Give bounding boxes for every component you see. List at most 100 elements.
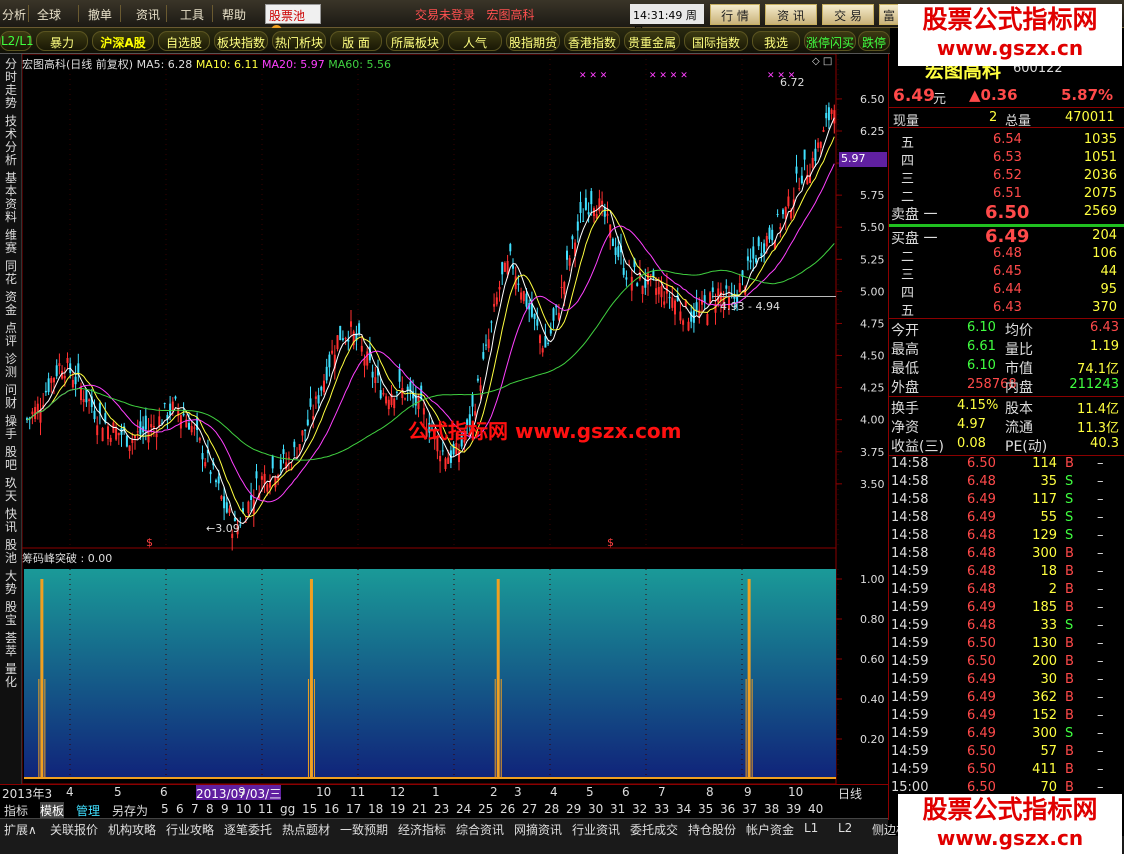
y-tick-label: 4.25 [860, 382, 885, 395]
leftbar-item-10[interactable]: 股吧 [3, 446, 19, 472]
tab-0[interactable]: L2/L1 [0, 31, 34, 51]
candle-body [387, 399, 390, 410]
indicator-tab-13[interactable]: 16 [324, 802, 339, 816]
indicator-tab-12[interactable]: 15 [302, 802, 317, 816]
indicator-tab-16[interactable]: 19 [390, 802, 405, 816]
chart-area[interactable]: 6.506.256.005.755.505.255.004.754.504.25… [22, 54, 888, 784]
indicator-tab-17[interactable]: 21 [412, 802, 427, 816]
candle-body [323, 380, 325, 393]
tab-13[interactable]: 我选 [752, 31, 800, 51]
tab-12[interactable]: 国际指数 [684, 31, 748, 51]
indicator-tab-18[interactable]: 23 [434, 802, 449, 816]
indicator-tab-30[interactable]: 35 [698, 802, 713, 816]
menu-news[interactable]: 资讯 [136, 6, 160, 23]
indicator-tab-34[interactable]: 39 [786, 802, 801, 816]
ad-url-bottom: www.gszx.cn [936, 826, 1084, 850]
indicator-tab-20[interactable]: 25 [478, 802, 493, 816]
window-controls-icon[interactable]: ◇ □ [812, 56, 832, 67]
leftbar-item-1[interactable]: 技术分析 [3, 115, 19, 167]
candle-body [833, 110, 836, 124]
indicator-tab-19[interactable]: 24 [456, 802, 471, 816]
indicator-tab-9[interactable]: 10 [236, 802, 251, 816]
leftbar-item-13[interactable]: 股池 [3, 539, 19, 565]
stat-label: 最低 [891, 361, 919, 377]
leftbar-item-5[interactable]: 资金 [3, 291, 19, 317]
indicator-tab-2[interactable]: 管理 [76, 802, 100, 819]
indicator-tab-24[interactable]: 29 [566, 802, 581, 816]
leftbar-item-8[interactable]: 问财 [3, 384, 19, 410]
tab-10[interactable]: 香港指数 [564, 31, 620, 51]
x-axis-label: 1 [432, 785, 440, 799]
indicator-tab-35[interactable]: 40 [808, 802, 823, 816]
leftbar-item-2[interactable]: 基本资料 [3, 172, 19, 224]
indicator-tab-23[interactable]: 28 [544, 802, 559, 816]
leftbar-item-6[interactable]: 点评 [3, 322, 19, 348]
tab-1[interactable]: 暴力 [36, 31, 88, 51]
indicator-tab-22[interactable]: 27 [522, 802, 537, 816]
indicator-tab-7[interactable]: 8 [206, 802, 214, 816]
leftbar-item-4[interactable]: 同花 [3, 260, 19, 286]
candle-body [746, 256, 749, 261]
tick-side: B [1065, 564, 1074, 579]
leftbar-item-14[interactable]: 大势 [3, 570, 19, 596]
tab-4[interactable]: 板块指数 [214, 31, 268, 51]
tab-15[interactable]: 跌停闪 [858, 31, 890, 67]
stock-pool-button[interactable]: 股票池 [265, 4, 321, 36]
menu-global[interactable]: 全球 [37, 6, 61, 23]
indicator-tab-28[interactable]: 33 [654, 802, 669, 816]
leftbar-item-9[interactable]: 操手 [3, 415, 19, 441]
leftbar-item-15[interactable]: 股宝 [3, 601, 19, 627]
tab-9[interactable]: 股指期货 [506, 31, 560, 51]
indicator-tab-0[interactable]: 指标 [4, 802, 28, 819]
indicator-tab-3[interactable]: 另存为 [112, 802, 148, 819]
indicator-tab-4[interactable]: 5 [161, 802, 169, 816]
indicator-tab-31[interactable]: 36 [720, 802, 735, 816]
tab-7[interactable]: 所属板块 [386, 31, 444, 51]
candle-body [655, 288, 658, 295]
tab-2[interactable]: 沪深A股 [92, 31, 154, 51]
function-tab-14[interactable]: L1 [804, 821, 818, 835]
menu-help[interactable]: 帮助 [222, 6, 246, 23]
nav-news-button[interactable]: 资 讯 [765, 4, 817, 25]
indicator-tab-14[interactable]: 17 [346, 802, 361, 816]
menu-tools[interactable]: 工具 [180, 6, 204, 23]
function-tab-15[interactable]: L2 [838, 821, 852, 835]
indicator-tab-27[interactable]: 32 [632, 802, 647, 816]
tab-5[interactable]: 热门析块 [272, 31, 326, 51]
ad-watermark-bottom: 股票公式指标网 www.gszx.cn [898, 794, 1122, 854]
indicator-tab-26[interactable]: 31 [610, 802, 625, 816]
leftbar-item-17[interactable]: 量化 [3, 663, 19, 689]
nav-quotes-button[interactable]: 行 情 [710, 4, 760, 25]
tab-8[interactable]: 人气 [448, 31, 502, 51]
tick-side: B [1065, 762, 1074, 777]
tab-11[interactable]: 贵重金属 [624, 31, 680, 51]
indicator-tab-11[interactable]: gg [280, 802, 295, 816]
indicator-tab-6[interactable]: 7 [191, 802, 199, 816]
tab-6[interactable]: 版 面 [330, 31, 382, 51]
indicator-tab-5[interactable]: 6 [176, 802, 184, 816]
indicator-tab-29[interactable]: 34 [676, 802, 691, 816]
indicator-tab-15[interactable]: 18 [368, 802, 383, 816]
leftbar-item-0[interactable]: 分时走势 [3, 58, 19, 110]
indicator-tab-33[interactable]: 38 [764, 802, 779, 816]
tab-14[interactable]: 涨停闪买 [804, 31, 856, 51]
menu-analysis[interactable]: 分析 [2, 6, 26, 23]
nav-rich-button[interactable]: 富 [879, 4, 899, 25]
indicator-tab-21[interactable]: 26 [500, 802, 515, 816]
login-status[interactable]: 交易未登录 宏图高科 [415, 6, 534, 23]
indicator-tab-8[interactable]: 9 [221, 802, 229, 816]
nav-trade-button[interactable]: 交 易 [822, 4, 874, 25]
leftbar-item-11[interactable]: 玖天 [3, 477, 19, 503]
indicator-tab-32[interactable]: 37 [742, 802, 757, 816]
indicator-tab-1[interactable]: 模板 [40, 802, 65, 819]
tick-side: B [1065, 690, 1074, 705]
indicator-tab-25[interactable]: 30 [588, 802, 603, 816]
leftbar-item-3[interactable]: 维赛 [3, 229, 19, 255]
leftbar-item-12[interactable]: 快讯 [3, 508, 19, 534]
tick-volume: 30 [1040, 672, 1057, 687]
menu-cancel-order[interactable]: 撤单 [88, 6, 112, 23]
leftbar-item-16[interactable]: 荟萃 [3, 632, 19, 658]
leftbar-item-7[interactable]: 诊测 [3, 353, 19, 379]
indicator-tab-10[interactable]: 11 [258, 802, 273, 816]
tab-3[interactable]: 自选股 [158, 31, 210, 51]
